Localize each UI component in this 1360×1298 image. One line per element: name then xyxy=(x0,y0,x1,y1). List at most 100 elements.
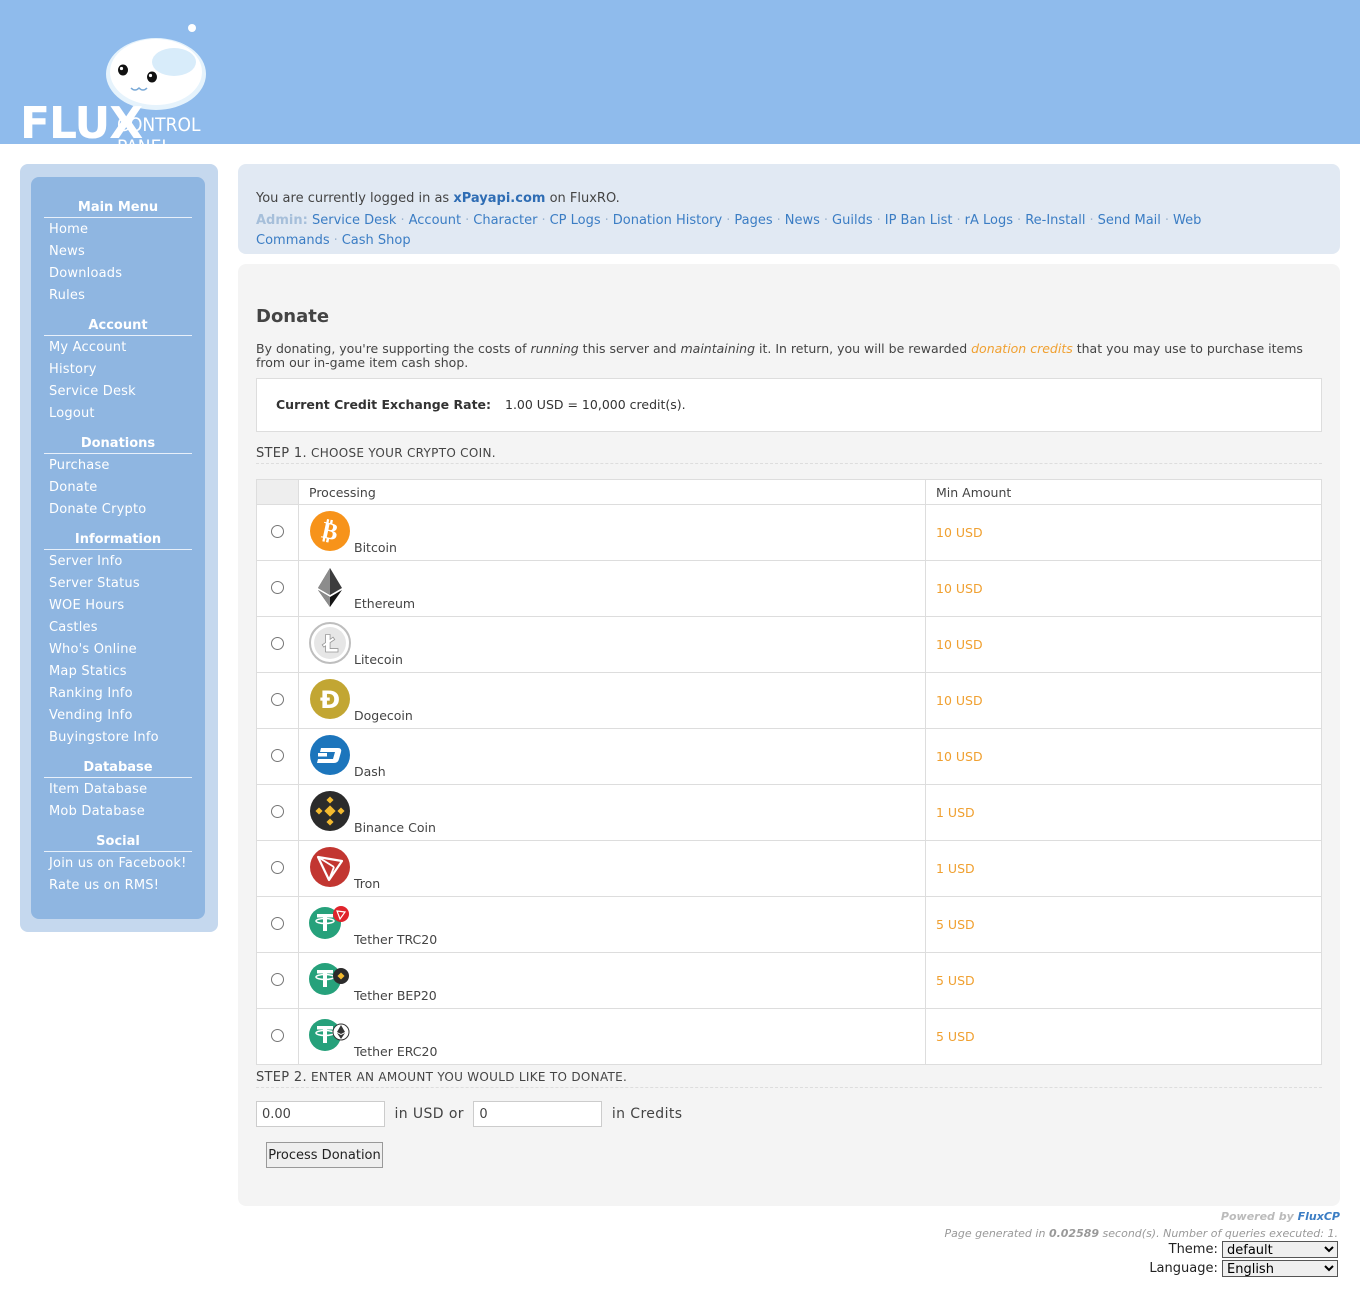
bitcoin-icon: ₿ xyxy=(309,510,351,552)
sidebar-item-my-account[interactable]: My Account xyxy=(44,337,192,359)
coin-min-cell: 5 USD xyxy=(925,1008,1322,1065)
username-link[interactable]: xPayapi.com xyxy=(453,191,545,206)
sidebar-item-buyingstore-info[interactable]: Buyingstore Info xyxy=(44,727,192,749)
coin-min-amount: 10 USD xyxy=(936,637,983,652)
sidebar-item-who-s-online[interactable]: Who's Online xyxy=(44,639,192,661)
menu-group-donations: Donations Purchase Donate Donate Crypto xyxy=(44,435,192,521)
sidebar-item-ranking-info[interactable]: Ranking Info xyxy=(44,683,192,705)
coin-label: Binance Coin xyxy=(309,785,915,840)
coin-row-tron[interactable]: Tron 1 USD xyxy=(256,840,1322,897)
coin-min-amount: 1 USD xyxy=(936,861,975,876)
coin-radio-bitcoin[interactable] xyxy=(271,524,284,538)
coin-radio-dash[interactable] xyxy=(271,748,284,762)
sidebar-item-rate-us-on-rms[interactable]: Rate us on RMS! xyxy=(44,875,192,897)
admin-link-account[interactable]: Account xyxy=(409,213,462,228)
coin-min-cell: 10 USD xyxy=(925,616,1322,673)
dash-icon xyxy=(309,734,351,776)
coin-min-amount: 1 USD xyxy=(936,805,975,820)
coin-radio-litecoin[interactable] xyxy=(271,636,284,650)
coin-label: Tether TRC20 xyxy=(309,897,915,952)
step2-text: ENTER AN AMOUNT YOU WOULD LIKE TO DONATE… xyxy=(311,1070,628,1084)
coin-radio-tether-bep20[interactable] xyxy=(271,972,284,986)
login-status-text: You are currently logged in as xPayapi.c… xyxy=(256,190,1322,208)
coin-row-dash[interactable]: Dash 10 USD xyxy=(256,728,1322,785)
coin-row-bitcoin[interactable]: ₿ Bitcoin 10 USD xyxy=(256,504,1322,561)
sidebar-item-server-info[interactable]: Server Info xyxy=(44,551,192,573)
coin-row-dogecoin[interactable]: Ð Dogecoin 10 USD xyxy=(256,672,1322,729)
separator: · xyxy=(1164,213,1170,228)
radio-cell xyxy=(256,616,299,673)
sidebar-item-donate-crypto[interactable]: Donate Crypto xyxy=(44,499,192,521)
fluxcp-link[interactable]: FluxCP xyxy=(1298,1210,1340,1223)
coin-radio-tether-erc20[interactable] xyxy=(271,1028,284,1042)
coin-radio-ethereum[interactable] xyxy=(271,580,284,594)
svg-text:Ð: Ð xyxy=(320,686,340,714)
coin-radio-tron[interactable] xyxy=(271,860,284,874)
admin-link-service-desk[interactable]: Service Desk xyxy=(312,213,397,228)
sidebar-item-map-statics[interactable]: Map Statics xyxy=(44,661,192,683)
coin-row-binance-coin[interactable]: Binance Coin 1 USD xyxy=(256,784,1322,841)
sidebar-item-item-database[interactable]: Item Database xyxy=(44,779,192,801)
generated-prefix: Page generated in xyxy=(944,1227,1046,1240)
sidebar-item-mob-database[interactable]: Mob Database xyxy=(44,801,192,823)
binance-icon xyxy=(309,790,351,832)
sidebar-item-woe-hours[interactable]: WOE Hours xyxy=(44,595,192,617)
sidebar-item-logout[interactable]: Logout xyxy=(44,403,192,425)
coin-row-tether-erc20[interactable]: Tether ERC20 5 USD xyxy=(256,1008,1322,1065)
sidebar-item-rules[interactable]: Rules xyxy=(44,285,192,307)
coin-row-tether-trc20[interactable]: Tether TRC20 5 USD xyxy=(256,896,1322,953)
theme-label: Theme: xyxy=(1168,1242,1218,1257)
coin-radio-binance-coin[interactable] xyxy=(271,804,284,818)
admin-link-news[interactable]: News xyxy=(785,213,820,228)
coin-min-amount: 10 USD xyxy=(936,581,983,596)
language-label: Language: xyxy=(1149,1261,1218,1276)
admin-link-send-mail[interactable]: Send Mail xyxy=(1098,213,1161,228)
sidebar-item-home[interactable]: Home xyxy=(44,219,192,241)
sidebar-item-vending-info[interactable]: Vending Info xyxy=(44,705,192,727)
admin-link-pages[interactable]: Pages xyxy=(734,213,772,228)
admin-link-re-install[interactable]: Re-Install xyxy=(1025,213,1085,228)
sidebar-item-join-us-on-facebook[interactable]: Join us on Facebook! xyxy=(44,853,192,875)
tether-trc20-icon xyxy=(309,902,351,944)
coin-label: Tether ERC20 xyxy=(309,1009,915,1064)
usd-amount-input[interactable] xyxy=(256,1101,385,1127)
step1-number: STEP 1. xyxy=(256,446,307,461)
sidebar-item-history[interactable]: History xyxy=(44,359,192,381)
sidebar-item-server-status[interactable]: Server Status xyxy=(44,573,192,595)
radio-column-header xyxy=(256,479,299,505)
admin-link-cp-logs[interactable]: CP Logs xyxy=(550,213,601,228)
admin-link-guilds[interactable]: Guilds xyxy=(832,213,873,228)
theme-select[interactable]: default xyxy=(1222,1241,1338,1258)
admin-link-ra-logs[interactable]: rA Logs xyxy=(965,213,1013,228)
sidebar-item-news[interactable]: News xyxy=(44,241,192,263)
separator: · xyxy=(400,213,405,228)
coin-name: Tron xyxy=(354,876,381,891)
tether-bep20-icon xyxy=(309,958,351,1000)
sidebar-item-donate[interactable]: Donate xyxy=(44,477,192,499)
donate-intro-text: By donating, you're supporting the costs… xyxy=(256,342,1316,370)
dogecoin-icon: Ð xyxy=(309,678,351,720)
radio-cell xyxy=(256,504,299,561)
admin-link-donation-history[interactable]: Donation History xyxy=(613,213,722,228)
sidebar-item-purchase[interactable]: Purchase xyxy=(44,455,192,477)
admin-link-cash-shop[interactable]: Cash Shop xyxy=(342,233,411,248)
exchange-rate-value: 1.00 USD = 10,000 credit(s). xyxy=(505,397,686,412)
coin-row-litecoin[interactable]: Ł Litecoin 10 USD xyxy=(256,616,1322,673)
language-select[interactable]: English xyxy=(1222,1260,1338,1277)
sidebar-item-castles[interactable]: Castles xyxy=(44,617,192,639)
coin-row-tether-bep20[interactable]: Tether BEP20 5 USD xyxy=(256,952,1322,1009)
sidebar-item-service-desk[interactable]: Service Desk xyxy=(44,381,192,403)
flux-logo[interactable]: FLUX CONTROL PANEL xyxy=(20,22,250,158)
radio-cell xyxy=(256,728,299,785)
coin-radio-tether-trc20[interactable] xyxy=(271,916,284,930)
credits-amount-input[interactable] xyxy=(473,1101,603,1127)
coin-row-ethereum[interactable]: Ethereum 10 USD xyxy=(256,560,1322,617)
admin-link-ip-ban-list[interactable]: IP Ban List xyxy=(885,213,953,228)
separator: · xyxy=(604,213,609,228)
sidebar-item-downloads[interactable]: Downloads xyxy=(44,263,192,285)
process-donation-button[interactable]: Process Donation xyxy=(266,1142,383,1168)
coin-label: Ł Litecoin xyxy=(309,617,915,672)
coin-name-cell: Tether BEP20 xyxy=(298,952,926,1009)
admin-link-character[interactable]: Character xyxy=(473,213,537,228)
coin-radio-dogecoin[interactable] xyxy=(271,692,284,706)
